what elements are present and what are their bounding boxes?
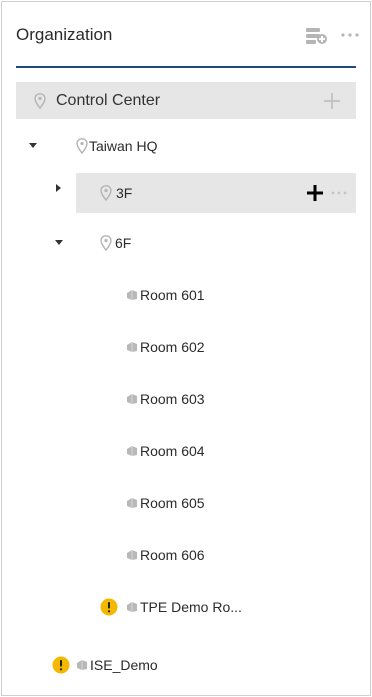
tree-item-room[interactable]: Room 606 [2,535,370,575]
panel-header: Organization [2,2,370,68]
tree-item-room[interactable]: Room 602 [2,327,370,367]
caret-down-icon[interactable] [28,141,38,151]
camera-icon [127,290,137,300]
camera-icon [127,498,137,508]
tree-item-taiwan-hq[interactable]: Taiwan HQ [2,126,370,166]
tree-item-label: TPE Demo Ro... [140,599,242,615]
add-icon[interactable] [306,184,324,202]
tree-item-ise-demo[interactable]: ISE_Demo [2,645,370,685]
tree-item-label: Room 601 [140,287,205,303]
tree-item-3f[interactable]: 3F [76,173,356,213]
tree-item-label: Taiwan HQ [89,138,158,154]
tree-item-label: 6F [115,235,132,251]
camera-icon [127,342,137,352]
camera-icon [127,394,137,404]
warning-icon [100,598,118,616]
tree-item-label: Room 606 [140,547,205,563]
tree-item-room[interactable]: Room 603 [2,379,370,419]
add-server-icon[interactable] [306,28,328,44]
tree-item-room[interactable]: Room 601 [2,275,370,315]
tree-item-label: Room 602 [140,339,205,355]
caret-down-icon[interactable] [54,238,64,248]
tree-item-room[interactable]: Room 605 [2,483,370,523]
location-pin-icon [34,92,46,109]
organization-panel: Organization Control Center Taiwan HQ 3F… [1,1,371,696]
tree-item-room[interactable]: Room 604 [2,431,370,471]
warning-icon [52,656,70,674]
tree-item-label: Room 603 [140,391,205,407]
more-icon[interactable] [340,28,360,42]
tree-item-label: Room 605 [140,495,205,511]
add-icon[interactable] [322,91,342,111]
location-pin-icon [100,235,112,251]
caret-right-icon[interactable] [54,183,64,193]
camera-icon [77,660,87,670]
more-icon[interactable] [330,190,348,196]
tree-item-label: 3F [116,185,133,201]
location-pin-icon [76,138,88,154]
camera-icon [127,550,137,560]
camera-icon [127,446,137,456]
tree-item-tpe-demo[interactable]: TPE Demo Ro... [2,587,370,627]
tree-item-control-center[interactable]: Control Center [16,82,356,119]
tree-item-6f[interactable]: 6F [2,223,370,263]
location-pin-icon [100,185,112,201]
tree-item-label: Control Center [56,91,161,109]
tree-item-label: Room 604 [140,443,205,459]
header-underline [16,66,356,68]
panel-title: Organization [16,25,113,44]
tree-item-label: ISE_Demo [90,657,158,673]
camera-icon [127,602,137,612]
